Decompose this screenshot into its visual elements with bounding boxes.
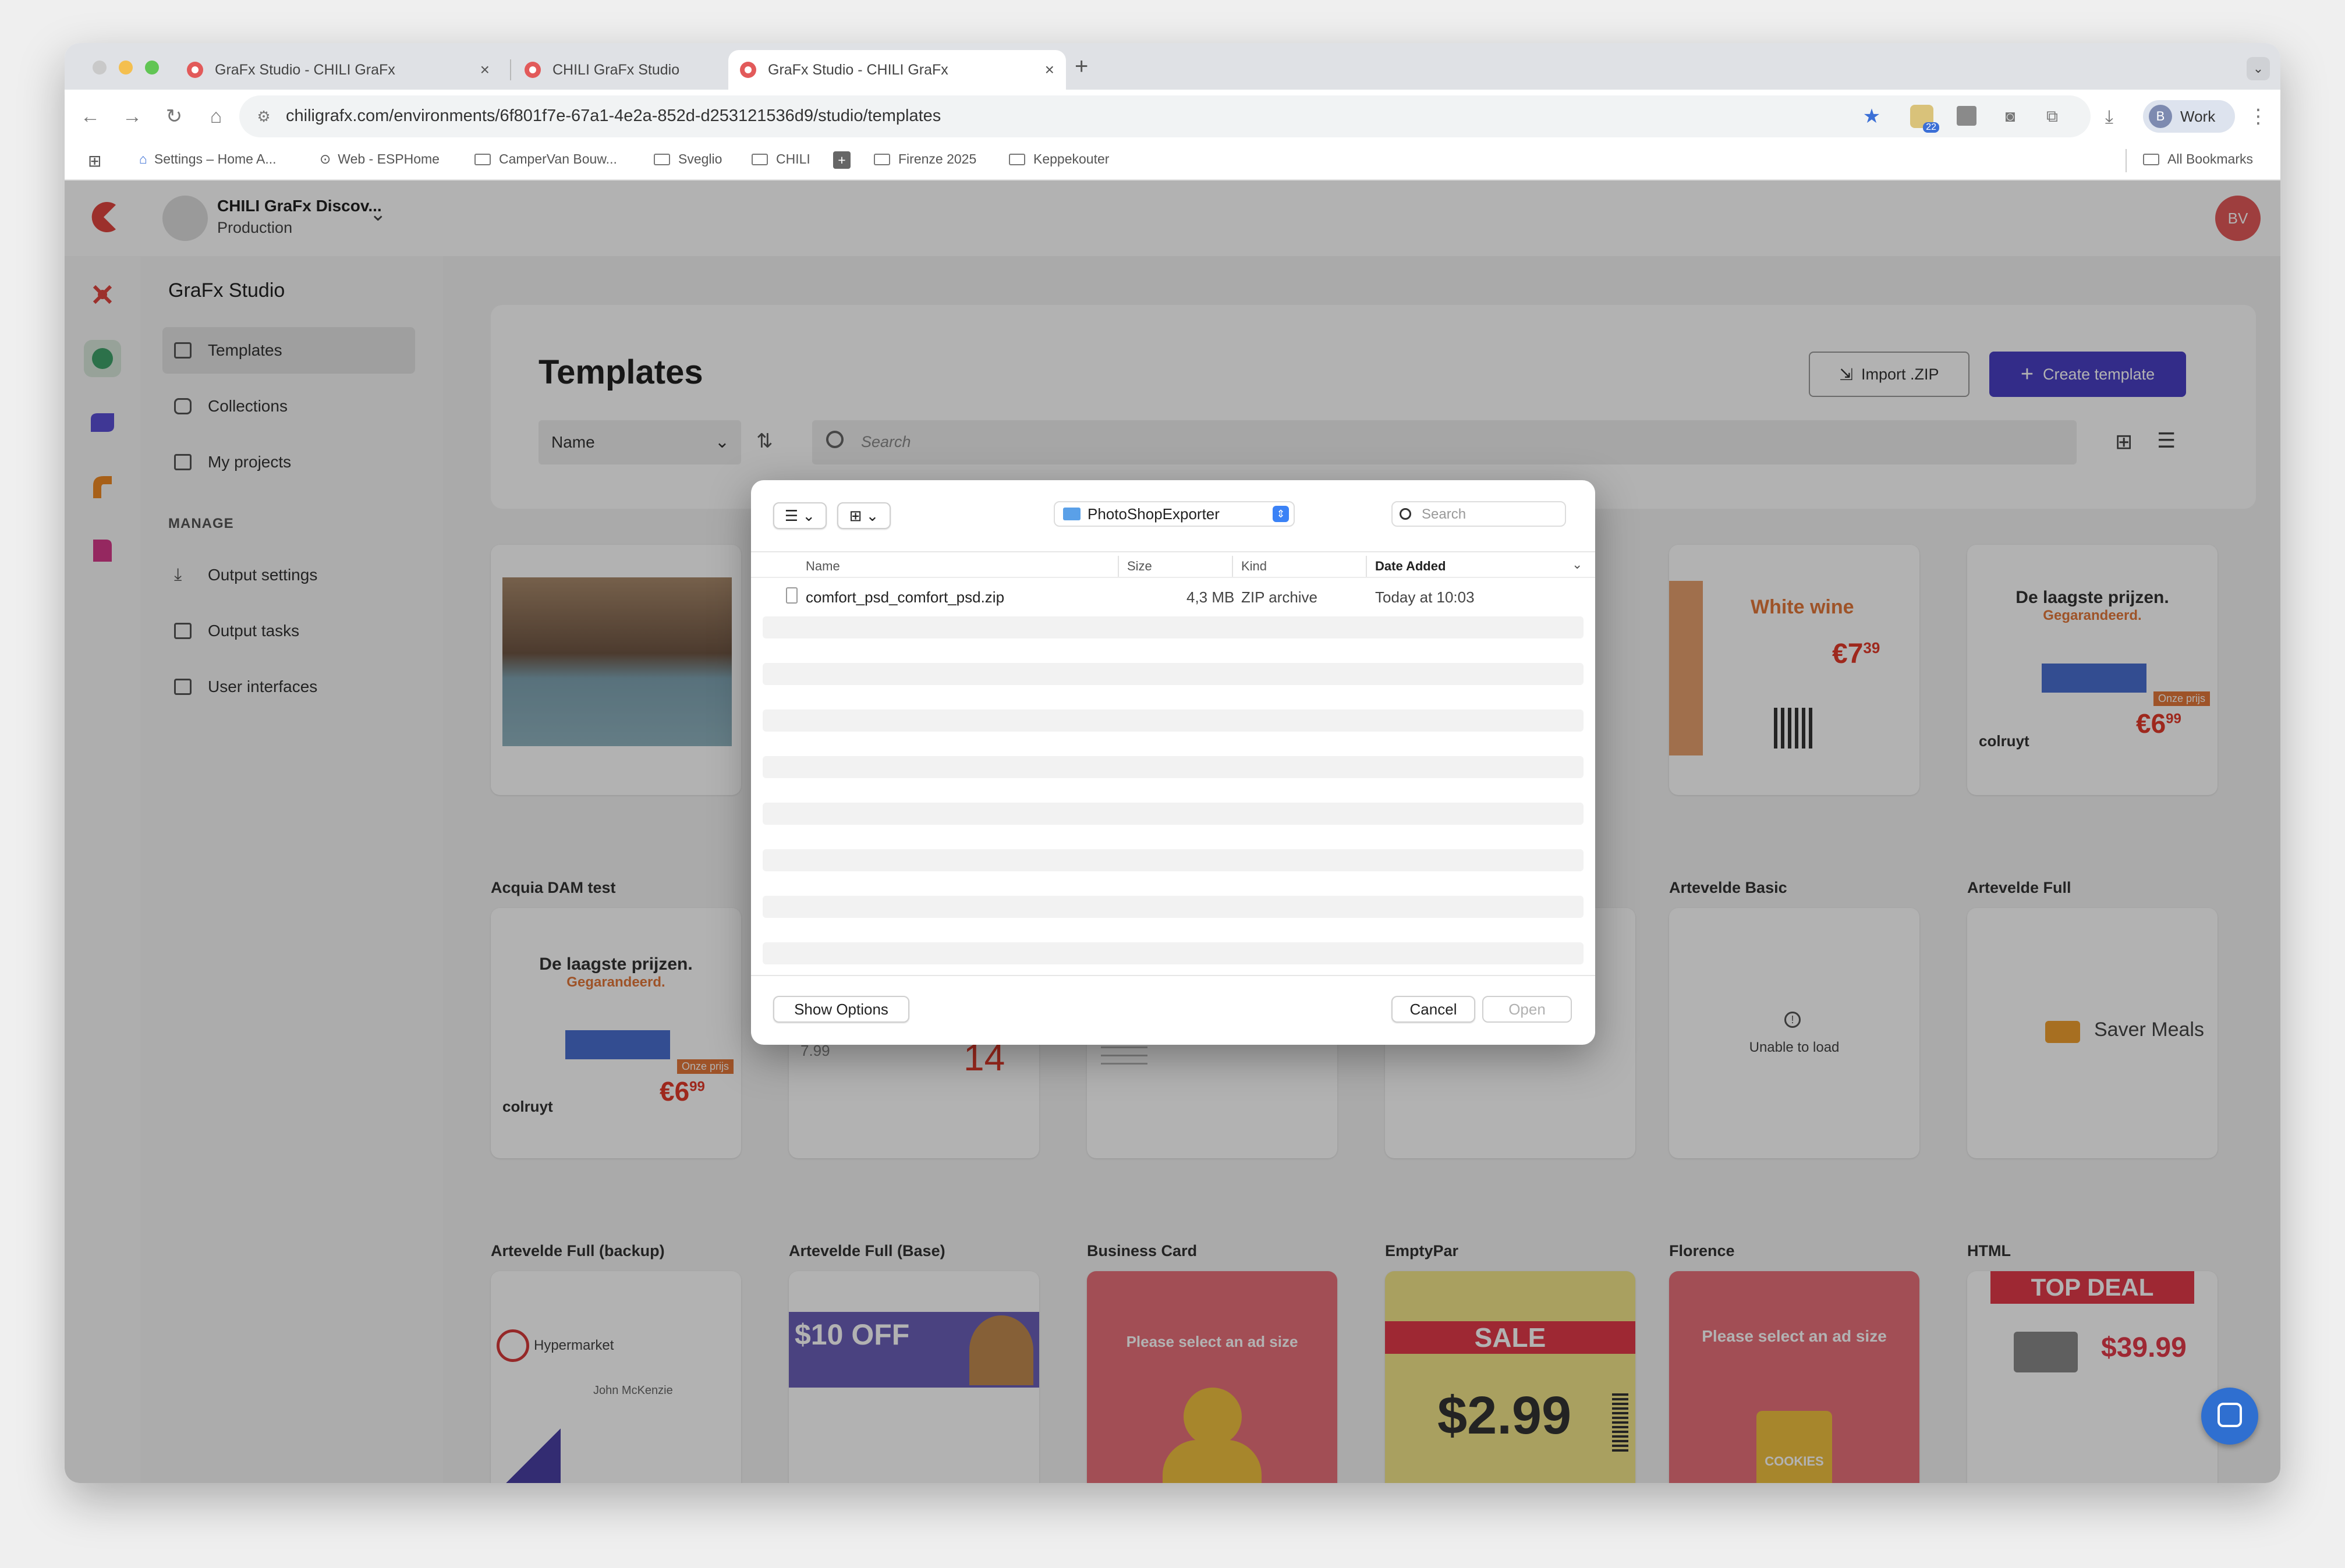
browser-menu-icon[interactable]: ⋮	[2244, 102, 2272, 130]
folder-icon	[1009, 153, 1025, 165]
extension-badge: 22	[1923, 122, 1939, 133]
file-size: 4,3 MB	[1186, 588, 1235, 606]
close-window-button[interactable]	[93, 61, 107, 75]
column-header-kind[interactable]: Kind	[1241, 559, 1267, 574]
zip-file-icon	[786, 587, 798, 604]
profile-chip[interactable]: B Work	[2143, 100, 2235, 133]
bookmarks-bar: ⊞ ⌂ Settings – Home A... ⊙ Web - ESPHome C…	[65, 143, 2280, 180]
search-icon	[1400, 508, 1411, 520]
close-tab-icon[interactable]: ×	[480, 61, 490, 79]
bookmark-keppekouter[interactable]: Keppekouter	[1009, 151, 1109, 167]
column-divider	[1232, 556, 1233, 577]
column-header-date-added[interactable]: Date Added	[1375, 559, 1446, 574]
home-icon[interactable]: ⌂	[202, 102, 230, 130]
file-row[interactable]: comfort_psd_comfort_psd.zip 4,3 MB ZIP a…	[763, 584, 1584, 609]
bookmark-sveglio[interactable]: Sveglio	[654, 151, 722, 167]
empty-row	[763, 849, 1584, 871]
tab-search-chevron-icon[interactable]: ⌄	[2247, 57, 2270, 80]
footer-divider	[751, 975, 1595, 976]
chili-favicon-icon	[525, 62, 541, 78]
tab-bar: GraFx Studio - CHILI GraFx × CHILI GraFx…	[65, 43, 2280, 90]
folder-icon	[752, 153, 768, 165]
column-divider	[1118, 556, 1119, 577]
profile-avatar: B	[2149, 105, 2172, 128]
profile-label: Work	[2180, 107, 2216, 125]
dialog-search-placeholder: Search	[1422, 506, 1466, 522]
empty-row	[763, 756, 1584, 778]
grid-view-mode-button[interactable]: ⊞ ⌄	[837, 502, 891, 529]
empty-row	[763, 803, 1584, 825]
tab-title: GraFx Studio - CHILI GraFx	[215, 61, 395, 78]
extension-icon[interactable]: 22	[1910, 105, 1939, 133]
file-date: Today at 10:03	[1375, 588, 1475, 606]
bookmark-star-icon[interactable]: ★	[1858, 102, 1886, 130]
browser-toolbar: ← → ↻ ⌂ ⚙ chiligrafx.com/environments/6f…	[65, 90, 2280, 143]
folder-icon	[474, 153, 491, 165]
url-text: chiligrafx.com/environments/6f801f7e-67a…	[286, 107, 941, 125]
browser-window: GraFx Studio - CHILI GraFx × CHILI GraFx…	[65, 43, 2280, 1483]
home-assistant-icon: ⌂	[139, 151, 147, 166]
browser-tab-1[interactable]: GraFx Studio - CHILI GraFx ×	[175, 50, 501, 90]
dialog-search-input[interactable]: Search	[1391, 501, 1566, 527]
show-options-button[interactable]: Show Options	[773, 996, 909, 1023]
all-bookmarks[interactable]: All Bookmarks	[2143, 151, 2253, 167]
chili-favicon-icon	[187, 62, 203, 78]
bookmark-esphome[interactable]: ⊙ Web - ESPHome	[320, 151, 440, 167]
back-arrow-icon[interactable]: ←	[76, 102, 104, 130]
tab-title: GraFx Studio - CHILI GraFx	[768, 61, 948, 78]
bookmark-chili[interactable]: CHILI	[752, 151, 810, 167]
folder-icon	[874, 153, 890, 165]
tab-title: CHILI GraFx Studio	[552, 61, 680, 78]
browser-tab-3-active[interactable]: GraFx Studio - CHILI GraFx ×	[728, 50, 1066, 90]
apps-grid-icon[interactable]: ⊞	[88, 151, 101, 171]
tab-separator	[510, 59, 511, 80]
forward-arrow-icon[interactable]: →	[118, 102, 146, 130]
file-name: comfort_psd_comfort_psd.zip	[806, 588, 1005, 606]
empty-row	[763, 709, 1584, 732]
chat-support-button[interactable]	[2201, 1388, 2258, 1445]
bookmarks-divider	[2126, 149, 2127, 172]
sort-chevron-icon: ⌄	[1572, 557, 1583, 572]
location-popup[interactable]: PhotoShopExporter ⇕	[1054, 501, 1295, 527]
bookmark-campervan[interactable]: CamperVan Bouw...	[474, 151, 617, 167]
zoom-window-button[interactable]	[145, 61, 159, 75]
folder-icon	[2143, 153, 2159, 165]
file-kind: ZIP archive	[1241, 588, 1318, 606]
site-settings-icon[interactable]: ⚙	[250, 102, 278, 130]
column-divider	[1366, 556, 1367, 577]
column-header-size[interactable]: Size	[1127, 559, 1152, 574]
minimize-window-button[interactable]	[119, 61, 133, 75]
reader-extension-icon[interactable]	[1957, 106, 1976, 126]
open-button[interactable]: Open	[1482, 996, 1572, 1023]
reload-icon[interactable]: ↻	[160, 102, 188, 130]
dialog-divider	[751, 551, 1595, 552]
empty-row	[763, 616, 1584, 638]
header-divider	[751, 577, 1595, 578]
location-stepper-icon: ⇕	[1273, 506, 1289, 522]
cancel-button[interactable]: Cancel	[1391, 996, 1475, 1023]
folder-icon	[654, 153, 670, 165]
puzzle-extensions-icon[interactable]: ⧉	[2038, 102, 2066, 130]
bookmark-settings-home[interactable]: ⌂ Settings – Home A...	[139, 151, 277, 167]
chili-favicon-icon	[740, 62, 756, 78]
chat-icon	[2218, 1403, 2242, 1427]
folder-icon	[1063, 508, 1081, 520]
camera-extension-icon[interactable]: ◙	[1996, 102, 2024, 130]
close-tab-icon[interactable]: ×	[1045, 61, 1054, 79]
esphome-icon: ⊙	[320, 151, 331, 166]
download-icon[interactable]: ⤓	[2095, 102, 2123, 130]
bookmark-firenze[interactable]: Firenze 2025	[874, 151, 976, 167]
column-header-name[interactable]: Name	[806, 559, 840, 574]
empty-row	[763, 663, 1584, 685]
empty-row	[763, 896, 1584, 918]
bookmark-plus-icon[interactable]: +	[833, 151, 851, 169]
empty-row	[763, 942, 1584, 964]
list-view-mode-button[interactable]: ☰ ⌄	[773, 502, 827, 529]
file-picker-dialog: ☰ ⌄ ⊞ ⌄ PhotoShopExporter ⇕ Search Name …	[751, 480, 1595, 1045]
new-tab-button[interactable]: +	[1075, 54, 1088, 80]
